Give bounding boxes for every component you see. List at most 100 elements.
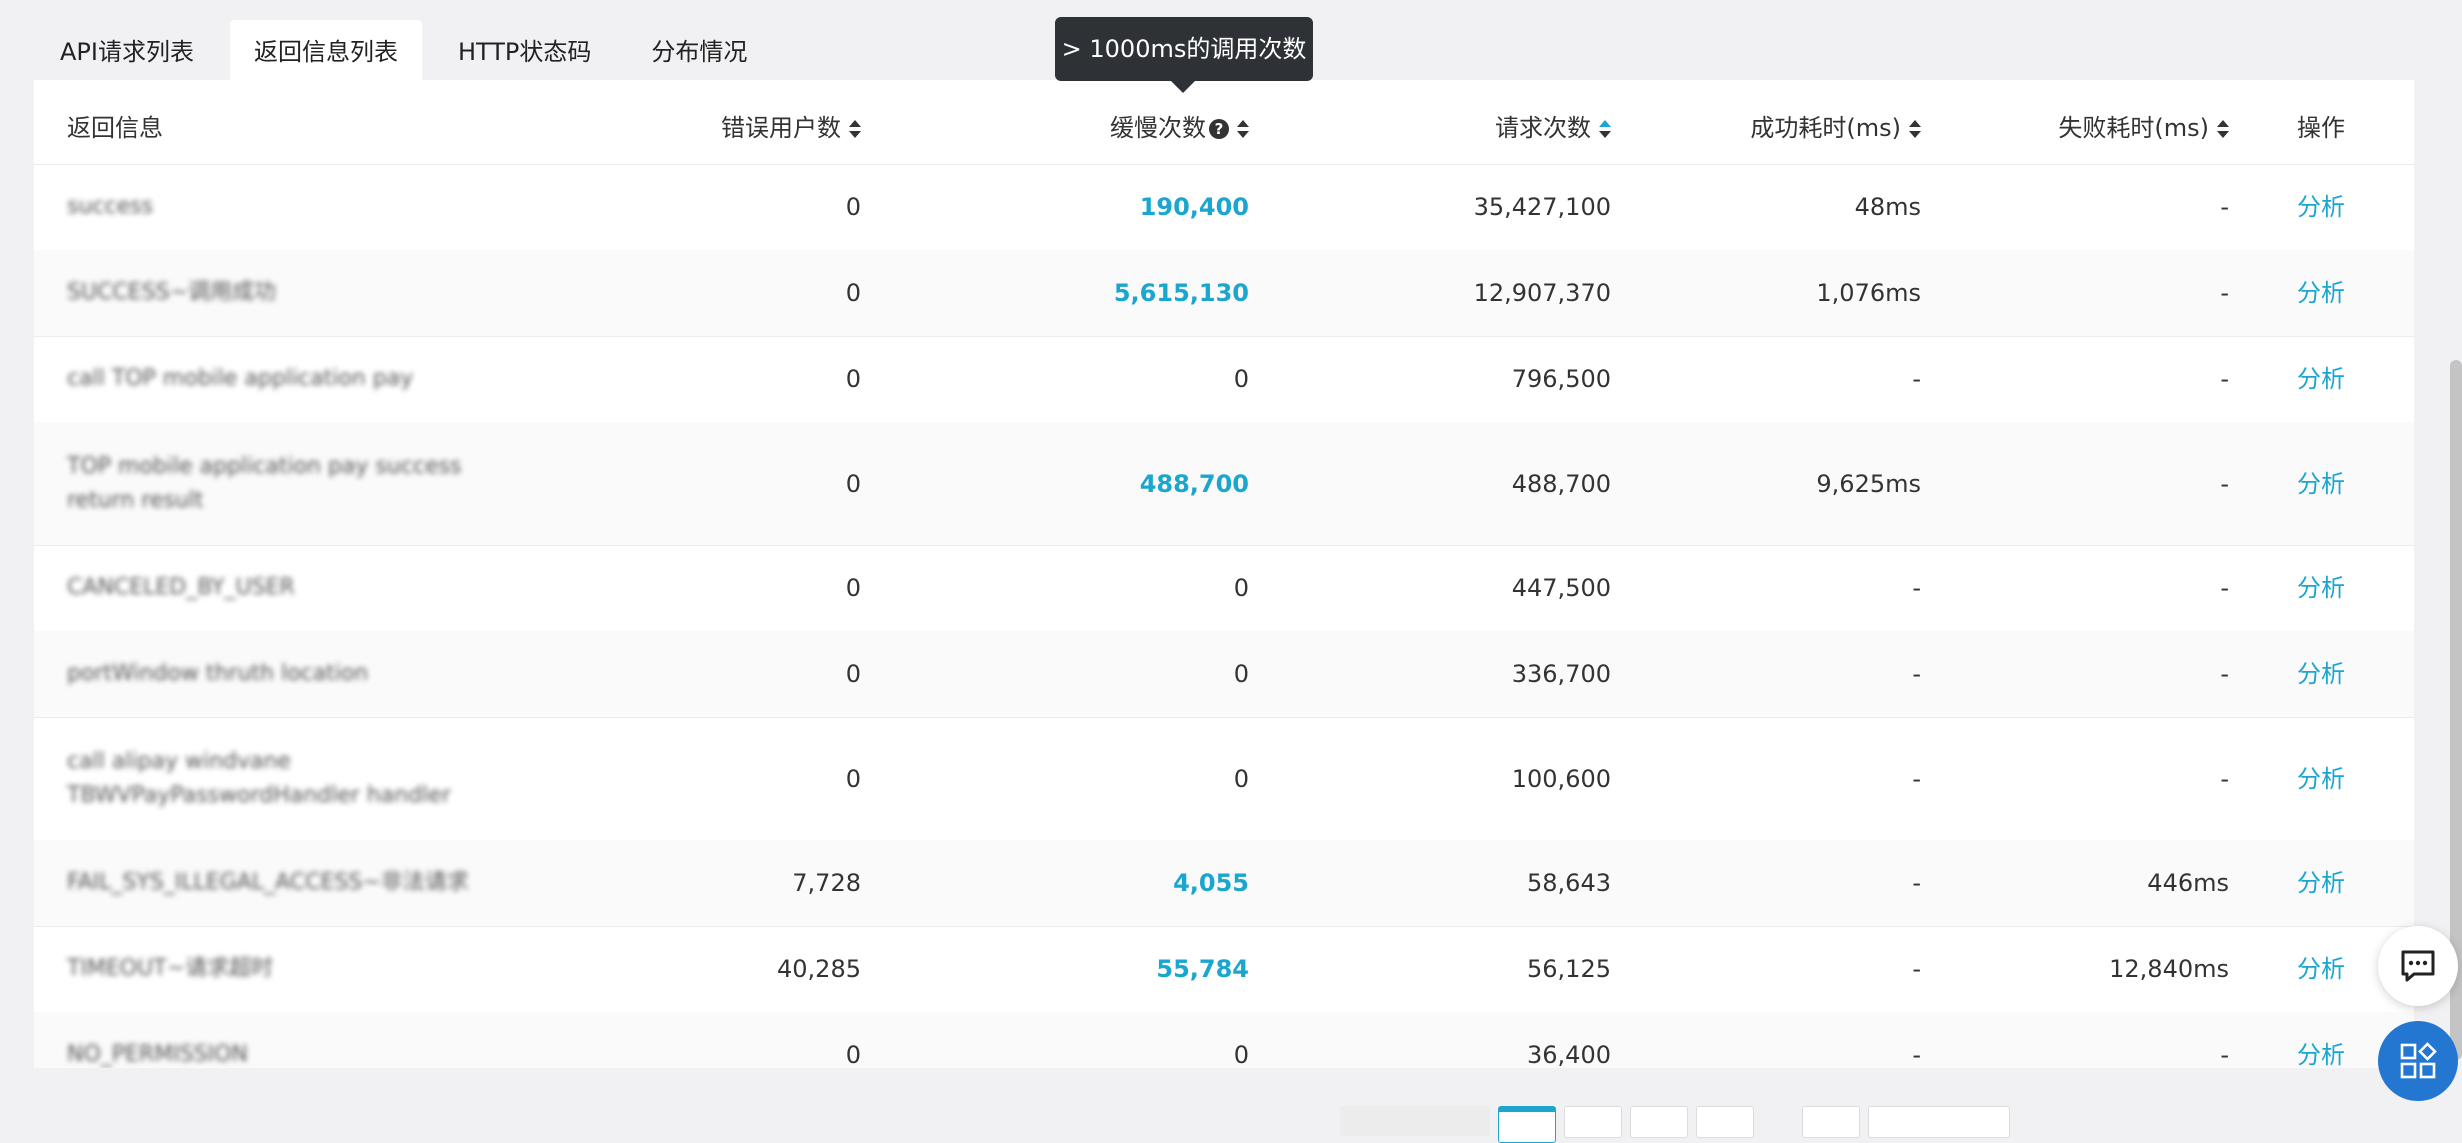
header-slow-count[interactable]: 缓慢次数? xyxy=(1110,108,1249,143)
cell-success-time: 1,076ms xyxy=(1816,279,1921,307)
analyze-link[interactable]: 分析 xyxy=(2297,276,2345,310)
analyze-link[interactable]: 分析 xyxy=(2297,362,2345,396)
page-button[interactable] xyxy=(1802,1106,1860,1138)
table-row: CANCELED_BY_USER 0 0 447,500 - - 分析 xyxy=(34,545,2414,632)
apps-button[interactable] xyxy=(2378,1021,2458,1101)
table-row: NO_PERMISSION 0 0 36,400 - - 分析 xyxy=(34,1012,2414,1068)
table-row: call TOP mobile application pay 0 0 796,500… xyxy=(34,336,2414,423)
sort-icon[interactable] xyxy=(849,119,861,139)
cell-request-count: 12,907,370 xyxy=(1473,279,1611,307)
cell-success-time: 48ms xyxy=(1854,193,1921,221)
cell-request-count: 56,125 xyxy=(1527,955,1611,983)
analyze-link[interactable]: 分析 xyxy=(2297,657,2345,691)
cell-success-time: - xyxy=(1912,574,1921,602)
tab-bar: API请求列表 返回信息列表 HTTP状态码 分布情况 xyxy=(36,20,783,80)
page-button[interactable] xyxy=(1498,1106,1556,1143)
tab-distribution[interactable]: 分布情况 xyxy=(627,20,771,80)
cell-slow-count: 4,055 xyxy=(1173,869,1249,897)
cell-request-count: 796,500 xyxy=(1511,365,1611,393)
cell-success-time: - xyxy=(1912,764,1921,793)
tab-http-status[interactable]: HTTP状态码 xyxy=(434,20,615,80)
cell-error-users: 0 xyxy=(845,764,861,793)
header-success-time[interactable]: 成功耗时(ms) xyxy=(1750,108,1921,143)
header-action: 操作 xyxy=(2297,114,2345,142)
cell-return-info: TOP mobile application pay success retur… xyxy=(67,453,462,513)
sort-icon[interactable] xyxy=(1237,119,1249,139)
table-row: portWindow thruth location 0 0 336,700 - - 分析 xyxy=(34,631,2414,718)
table-row: call alipay windvane TBWVPayPasswordHand… xyxy=(34,717,2414,841)
cell-request-count: 100,600 xyxy=(1511,764,1611,793)
cell-success-time: - xyxy=(1912,1041,1921,1068)
return-info-table: 返回信息 错误用户数 缓慢次数? 请求次数 成功耗时(ms) 失败耗时(ms) … xyxy=(34,80,2414,1068)
cell-request-count: 447,500 xyxy=(1511,574,1611,602)
cell-slow-count: 0 xyxy=(1233,764,1249,793)
cell-return-info: NO_PERMISSION xyxy=(67,1042,248,1067)
cell-slow-count: 0 xyxy=(1233,660,1249,688)
cell-error-users: 0 xyxy=(845,574,861,602)
header-fail-time[interactable]: 失败耗时(ms) xyxy=(2058,108,2229,143)
sort-icon[interactable] xyxy=(2217,119,2229,139)
cell-return-info: call TOP mobile application pay xyxy=(67,366,414,391)
cell-success-time: - xyxy=(1912,660,1921,688)
cell-error-users: 7,728 xyxy=(792,869,861,897)
cell-fail-time: - xyxy=(2220,764,2229,793)
chat-icon xyxy=(2401,950,2435,982)
slow-count-tooltip: > 1000ms的调用次数 xyxy=(1055,17,1313,93)
cell-error-users: 0 xyxy=(845,279,861,307)
pagination xyxy=(1340,1106,2018,1143)
tab-return-info[interactable]: 返回信息列表 xyxy=(229,20,422,80)
analyze-link[interactable]: 分析 xyxy=(2297,571,2345,605)
cell-error-users: 0 xyxy=(845,193,861,221)
cell-slow-count: 5,615,130 xyxy=(1113,279,1249,307)
table-header: 返回信息 错误用户数 缓慢次数? 请求次数 成功耗时(ms) 失败耗时(ms) … xyxy=(34,80,2414,165)
cell-error-users: 0 xyxy=(845,660,861,688)
cell-fail-time: 12,840ms xyxy=(2109,955,2229,983)
cell-fail-time: - xyxy=(2220,574,2229,602)
page-button[interactable] xyxy=(1564,1106,1622,1138)
cell-return-info: portWindow thruth location xyxy=(67,661,369,686)
cell-request-count: 35,427,100 xyxy=(1473,193,1611,221)
table-row: TIMEOUT~请求超时 40,285 55,784 56,125 - 12,840ms 分… xyxy=(34,926,2414,1013)
help-icon[interactable]: ? xyxy=(1209,119,1229,139)
cell-fail-time: - xyxy=(2220,193,2229,221)
cell-request-count: 488,700 xyxy=(1511,469,1611,498)
cell-return-info: success xyxy=(67,194,154,219)
cell-return-info: CANCELED_BY_USER xyxy=(67,575,295,600)
table-row: success 0 190,400 35,427,100 48ms - 分析 xyxy=(34,164,2414,251)
sort-icon[interactable] xyxy=(1599,119,1611,139)
cell-fail-time: 446ms xyxy=(2147,869,2229,897)
cell-request-count: 336,700 xyxy=(1511,660,1611,688)
sort-icon[interactable] xyxy=(1909,119,1921,139)
cell-error-users: 0 xyxy=(845,469,861,498)
analyze-link[interactable]: 分析 xyxy=(2297,190,2345,224)
cell-return-info: FAIL_SYS_ILLEGAL_ACCESS~非法请求 xyxy=(67,870,469,895)
cell-fail-time: - xyxy=(2220,365,2229,393)
analyze-link[interactable]: 分析 xyxy=(2297,467,2345,501)
chat-button[interactable] xyxy=(2378,926,2458,1006)
analyze-link[interactable]: 分析 xyxy=(2297,1038,2345,1068)
cell-slow-count: 55,784 xyxy=(1156,955,1249,983)
cell-return-info: SUCCESS~调用成功 xyxy=(67,280,277,305)
header-request-count[interactable]: 请求次数 xyxy=(1495,108,1611,143)
cell-fail-time: - xyxy=(2220,1041,2229,1068)
page-button[interactable] xyxy=(1630,1106,1688,1138)
analyze-link[interactable]: 分析 xyxy=(2297,866,2345,900)
cell-error-users: 40,285 xyxy=(777,955,861,983)
cell-success-time: - xyxy=(1912,955,1921,983)
analyze-link[interactable]: 分析 xyxy=(2297,952,2345,986)
analyze-link[interactable]: 分析 xyxy=(2297,762,2345,796)
tab-api-requests[interactable]: API请求列表 xyxy=(36,20,218,80)
cell-slow-count: 0 xyxy=(1233,365,1249,393)
cell-fail-time: - xyxy=(2220,469,2229,498)
apps-icon xyxy=(2400,1042,2437,1079)
cell-slow-count: 0 xyxy=(1233,1041,1249,1068)
header-return-info: 返回信息 xyxy=(67,114,163,142)
cell-success-time: - xyxy=(1912,365,1921,393)
cell-slow-count: 190,400 xyxy=(1139,193,1249,221)
cell-success-time: - xyxy=(1912,869,1921,897)
page-size-select[interactable] xyxy=(1868,1106,2010,1138)
cell-return-info: call alipay windvane TBWVPayPasswordHand… xyxy=(67,748,451,808)
header-error-users[interactable]: 错误用户数 xyxy=(721,108,861,143)
table-row: FAIL_SYS_ILLEGAL_ACCESS~非法请求 7,728 4,055 58… xyxy=(34,840,2414,927)
page-button[interactable] xyxy=(1696,1106,1754,1138)
